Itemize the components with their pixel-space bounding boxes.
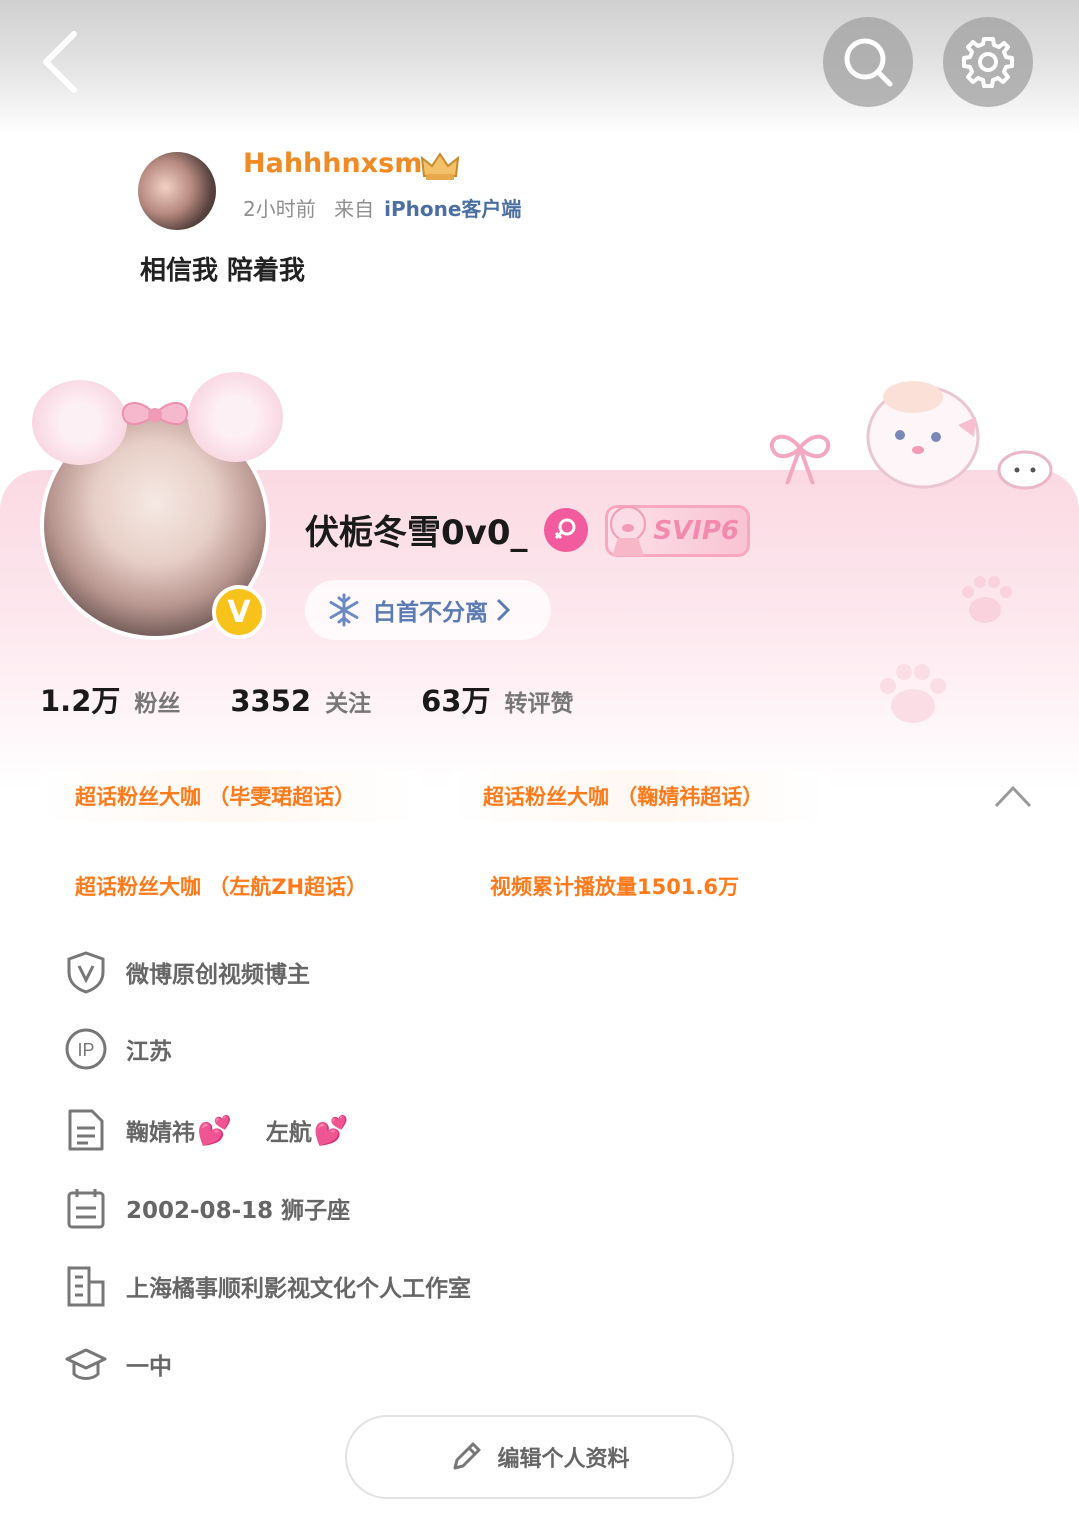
group-chip-label: 白首不分离: [373, 600, 488, 626]
snowflake-icon: [329, 593, 359, 627]
bio-text-1: 鞠婧祎: [126, 1120, 195, 1146]
stat-interactions-count: 63万: [421, 684, 491, 718]
pencil-icon: [453, 1442, 481, 1470]
school-text: 一中: [126, 1354, 172, 1380]
post-username[interactable]: Hahhhnxsm: [243, 148, 422, 179]
fan-badge[interactable]: 超话粉丝大咖 （鞠婧祎超话）: [448, 770, 828, 822]
profile-name: 伏栀冬雪0v0_: [305, 513, 528, 553]
post-source: iPhone客户端: [384, 197, 522, 221]
paw-print-icon: [962, 576, 1012, 623]
bio-text-2: 左航: [265, 1120, 312, 1146]
info-verification-row: 微博原创视频博主: [64, 950, 310, 994]
mini-bunny-icon: [997, 450, 1053, 490]
stat-followers-count: 1.2万: [40, 684, 121, 718]
pig-mascot-icon: [610, 506, 646, 556]
fan-badge[interactable]: 超话粉丝大咖 （左航ZH超话）: [40, 860, 420, 912]
svg-text:IP: IP: [77, 1040, 94, 1060]
chevron-right-icon: [496, 598, 510, 622]
info-school-row: 一中: [64, 1342, 172, 1386]
back-button[interactable]: [30, 28, 90, 96]
crown-icon: [420, 152, 460, 180]
document-icon: [68, 1109, 104, 1151]
two-hearts-icon: 💕: [313, 1113, 349, 1147]
stat-following-label: 关注: [325, 691, 372, 717]
verified-v-icon: V: [212, 585, 266, 639]
info-bio-row: 鞠婧祎 💕 左航 💕: [64, 1108, 349, 1152]
group-chip[interactable]: 白首不分离: [305, 580, 551, 640]
stat-following[interactable]: 3352 关注: [230, 684, 371, 718]
profile-stats: 1.2万 粉丝 3352 关注 63万 转评赞: [40, 678, 623, 720]
puppy-sticker-icon: [866, 381, 980, 489]
search-icon: [844, 38, 893, 87]
two-hearts-icon: 💕: [197, 1113, 232, 1147]
post-avatar[interactable]: [138, 152, 216, 230]
post-text: 相信我 陪着我: [140, 256, 306, 286]
shield-v-icon: [67, 951, 105, 994]
verification-text: 微博原创视频博主: [126, 962, 310, 988]
info-ip-row: IP 江苏: [64, 1027, 172, 1071]
birthday-text: 2002-08-18 狮子座: [126, 1198, 351, 1224]
settings-button[interactable]: [943, 17, 1033, 107]
post-source-prefix: 来自: [334, 197, 375, 221]
bear-ear-right-decoration: [188, 372, 283, 462]
building-icon: [67, 1266, 105, 1307]
graduation-cap-icon: [65, 1348, 107, 1380]
stat-following-count: 3352: [230, 684, 312, 718]
stat-followers[interactable]: 1.2万 粉丝: [40, 678, 180, 720]
stat-followers-label: 粉丝: [134, 691, 181, 717]
search-button[interactable]: [823, 17, 913, 107]
fan-badge[interactable]: 超话粉丝大咖 （毕雯珺超话）: [40, 770, 420, 822]
svip-badge[interactable]: SVIP6: [605, 505, 750, 557]
chevron-up-icon[interactable]: [990, 778, 1036, 814]
female-gender-icon: [544, 508, 588, 552]
bear-ear-left-decoration: [32, 380, 127, 465]
hair-bow-icon: [121, 402, 189, 425]
stat-interactions-label: 转评赞: [504, 691, 574, 717]
paw-print-large-icon: [880, 664, 946, 723]
edit-profile-button[interactable]: 编辑个人资料: [345, 1415, 734, 1499]
post-time: 2小时前: [243, 197, 316, 221]
ip-location-icon: IP: [65, 1028, 107, 1070]
info-company-row: 上海橘事顺利影视文化个人工作室: [64, 1264, 471, 1308]
info-birthday-row: 2002-08-18 狮子座: [64, 1186, 350, 1230]
post-meta: 2小时前 来自 iPhone客户端: [243, 193, 521, 222]
svip-label: SVIP6: [653, 516, 739, 546]
top-bar: [0, 0, 1079, 135]
ribbon-bow-icon: [769, 434, 831, 485]
gear-icon: [962, 37, 1014, 88]
edit-profile-label: 编辑个人资料: [497, 1447, 630, 1472]
stat-interactions[interactable]: 63万 转评赞: [421, 678, 573, 720]
ip-text: 江苏: [126, 1039, 172, 1065]
calendar-icon: [67, 1189, 105, 1229]
chevron-left-icon: [43, 31, 77, 93]
video-play-count-badge[interactable]: 视频累计播放量1501.6万: [455, 860, 835, 912]
company-text: 上海橘事顺利影视文化个人工作室: [126, 1276, 471, 1302]
